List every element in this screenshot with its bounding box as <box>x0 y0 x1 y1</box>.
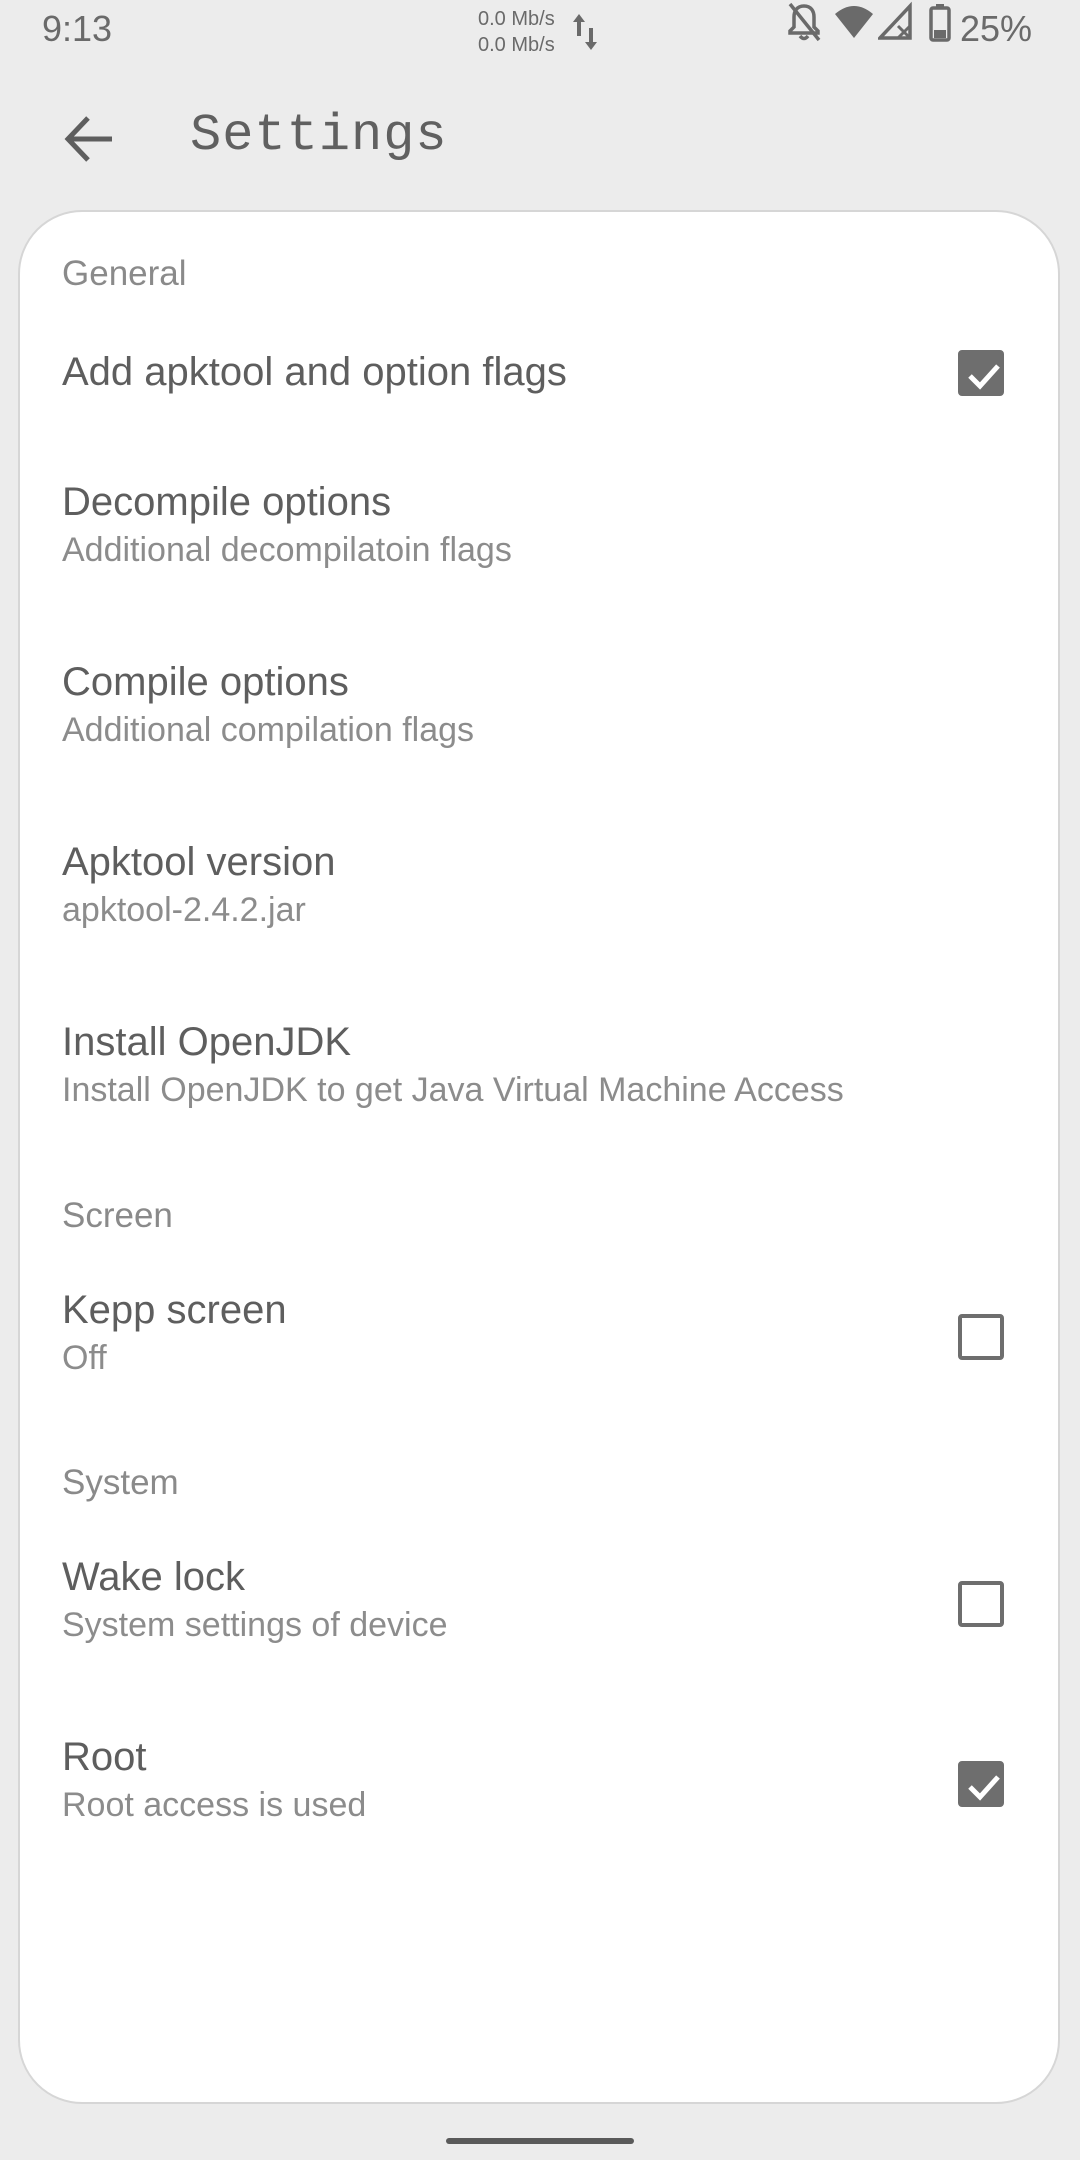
keep-screen-checkbox[interactable] <box>958 1314 1004 1360</box>
data-transfer-icon <box>573 14 597 50</box>
pref-title: Wake lock <box>62 1555 246 1599</box>
pref-summary: Install OpenJDK to get Java Virtual Mach… <box>62 1071 844 1109</box>
cellular-no-signal-icon <box>878 1 912 40</box>
network-upload-speed: 0.0 Mb/s <box>478 8 555 30</box>
pref-title: Compile options <box>62 660 349 704</box>
app-bar: Settings <box>0 64 1080 210</box>
pref-compile-options[interactable]: Compile options Additional compilation f… <box>20 656 1058 816</box>
page-title: Settings <box>190 106 448 165</box>
pref-summary: System settings of device <box>62 1606 448 1644</box>
status-time: 9:13 <box>42 8 113 49</box>
pref-title: Apktool version <box>62 840 336 884</box>
battery-icon <box>929 4 951 42</box>
pref-summary: Off <box>62 1339 107 1377</box>
pref-add-apktool-flags[interactable]: Add apktool and option flags <box>20 338 1058 450</box>
wake-lock-checkbox[interactable] <box>958 1581 1004 1627</box>
pref-title: Kepp screen <box>62 1288 287 1332</box>
network-download-speed: 0.0 Mb/s <box>478 34 555 56</box>
pref-summary: Additional compilation flags <box>62 711 475 749</box>
pref-wake-lock[interactable]: Wake lock System settings of device <box>20 1551 1058 1711</box>
pref-summary: Root access is used <box>62 1786 367 1824</box>
pref-root[interactable]: Root Root access is used <box>20 1731 1058 1891</box>
section-header-general: General <box>62 254 187 293</box>
gesture-navigation-handle[interactable] <box>446 2138 634 2144</box>
pref-title: Root <box>62 1735 147 1779</box>
checkmark-icon <box>968 1775 1000 1801</box>
pref-title: Install OpenJDK <box>62 1020 352 1064</box>
pref-decompile-options[interactable]: Decompile options Additional decompilato… <box>20 476 1058 636</box>
pref-title: Decompile options <box>62 480 392 524</box>
root-checkbox[interactable] <box>958 1761 1004 1807</box>
notifications-off-icon <box>788 2 821 42</box>
settings-card: General Add apktool and option flags Dec… <box>18 210 1060 2104</box>
section-header-screen: Screen <box>62 1196 173 1235</box>
pref-apktool-version[interactable]: Apktool version apktool-2.4.2.jar <box>20 836 1058 996</box>
battery-percentage: 25% <box>960 8 1033 49</box>
pref-install-openjdk[interactable]: Install OpenJDK Install OpenJDK to get J… <box>20 1016 1058 1176</box>
status-bar: 9:13 0.0 Mb/s 0.0 Mb/s 25% <box>0 0 1080 64</box>
wifi-icon <box>835 6 873 38</box>
network-speed: 0.0 Mb/s 0.0 Mb/s <box>478 6 555 58</box>
pref-keep-screen[interactable]: Kepp screen Off <box>20 1284 1058 1444</box>
back-button[interactable] <box>56 106 122 172</box>
pref-title: Add apktool and option flags <box>62 350 567 394</box>
section-header-system: System <box>62 1463 179 1502</box>
checkmark-icon <box>968 364 1000 390</box>
arrow-back-icon <box>64 116 112 162</box>
pref-summary: Additional decompilatoin flags <box>62 531 512 569</box>
pref-summary: apktool-2.4.2.jar <box>62 891 306 929</box>
add-apktool-flags-checkbox[interactable] <box>958 350 1004 396</box>
